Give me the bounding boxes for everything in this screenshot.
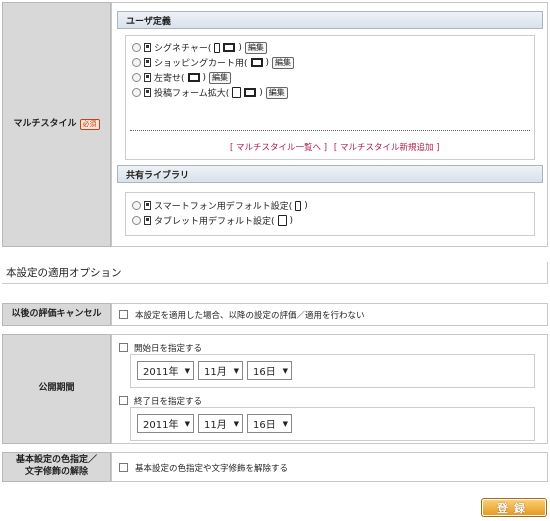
multistyle-add-link[interactable]: [ マルチスタイル新規追加 ] (334, 143, 440, 153)
start-day-select[interactable]: 16日 ▼ (247, 361, 292, 380)
paren: ) (265, 57, 270, 68)
document-icon (144, 201, 151, 210)
shared-library-title: 共有ライブラリ (126, 170, 190, 181)
shared-style-item[interactable]: スマートフォン用デフォルト設定( ) (132, 198, 308, 213)
document-icon (144, 216, 151, 225)
cancel-option[interactable]: 本設定を適用した場合、以降の設定の評価／適用を行わない (119, 307, 365, 322)
register-button[interactable]: 登録 (481, 498, 547, 517)
color-label-cell: 基本設定の色指定／ 文字修飾の解除 (2, 452, 111, 482)
paren: ) (259, 87, 263, 98)
start-date-option[interactable]: 開始日を指定する (119, 340, 202, 355)
style-name: 左寄せ( (154, 74, 185, 84)
required-badge: 必須 (79, 118, 100, 131)
document-icon (144, 58, 151, 67)
document-icon (144, 43, 151, 52)
multistyle-links: [ マルチスタイル一覧へ ] [ マルチスタイル新規追加 ] (230, 141, 439, 153)
edit-button[interactable]: 編集 (209, 71, 232, 84)
chevron-down-icon: ▼ (184, 419, 190, 428)
chevron-down-icon: ▼ (233, 366, 239, 375)
end-year-value: 2011年 (143, 420, 179, 431)
color-reset-text: 基本設定の色指定や文字修飾を解除する (135, 463, 289, 474)
style-item[interactable]: シグネチャー( ) 編集 (132, 40, 294, 55)
style-item[interactable]: 投稿フォーム拡大( ) 編集 (132, 85, 294, 100)
style-name: シグネチャー( (154, 44, 212, 54)
start-date-text: 開始日を指定する (134, 343, 203, 354)
smartphone-icon (295, 200, 302, 211)
pc-icon (187, 73, 200, 82)
style-item[interactable]: ショッピングカート用( ) 編集 (132, 55, 295, 70)
color-label-line1: 基本設定の色指定／ (15, 455, 97, 466)
end-year-select[interactable]: 2011年 ▼ (137, 414, 194, 433)
style-name: 投稿フォーム拡大( (154, 89, 230, 99)
period-label: 公開期間 (38, 383, 75, 394)
edit-button[interactable]: 編集 (265, 86, 288, 99)
paren: ) (202, 72, 207, 83)
edit-button[interactable]: 編集 (272, 56, 295, 69)
pc-icon (223, 43, 236, 52)
cancel-text: 本設定を適用した場合、以降の設定の評価／適用を行わない (135, 310, 365, 321)
period-label-cell: 公開期間 (2, 334, 111, 444)
color-option[interactable]: 基本設定の色指定や文字修飾を解除する (119, 460, 288, 475)
multistyle-label: マルチスタイル (13, 118, 77, 129)
cancel-checkbox[interactable] (119, 310, 128, 319)
options-heading-text: 本設定の適用オプション (6, 267, 122, 279)
edit-button[interactable]: 編集 (244, 41, 267, 54)
color-reset-checkbox[interactable] (119, 463, 128, 472)
shared-style-item[interactable]: タブレット用デフォルト設定( ) (132, 213, 308, 228)
style-name: タブレット用デフォルト設定( (154, 217, 275, 227)
chevron-down-icon: ▼ (282, 419, 288, 428)
paren: ) (289, 215, 294, 226)
paren: ) (304, 200, 308, 211)
chevron-down-icon: ▼ (233, 419, 239, 428)
smartphone-icon (214, 42, 221, 53)
user-style-list: シグネチャー( ) 編集 ショッピングカート用( ) 編集 左寄せ( ) 編集 … (132, 40, 295, 100)
chevron-down-icon: ▼ (282, 366, 288, 375)
style-radio[interactable] (132, 73, 141, 82)
end-month-value: 11月 (204, 420, 227, 431)
multistyle-list-link[interactable]: [ マルチスタイル一覧へ ] (230, 143, 327, 153)
cancel-label: 以後の評価キャンセル (11, 308, 102, 319)
start-month-select[interactable]: 11月 ▼ (198, 361, 243, 380)
document-icon (144, 73, 151, 82)
start-month-value: 11月 (204, 367, 227, 378)
chevron-down-icon: ▼ (184, 366, 190, 375)
style-radio[interactable] (132, 216, 141, 225)
end-month-select[interactable]: 11月 ▼ (198, 414, 243, 433)
style-radio[interactable] (132, 88, 141, 97)
dotted-divider (130, 130, 530, 131)
style-radio[interactable] (132, 43, 141, 52)
pc-icon (244, 88, 257, 97)
shared-style-list: スマートフォン用デフォルト設定( ) タブレット用デフォルト設定( ) (132, 198, 308, 228)
start-year-value: 2011年 (143, 367, 179, 378)
start-date-checkbox[interactable] (119, 343, 128, 352)
style-radio[interactable] (132, 58, 141, 67)
style-radio[interactable] (132, 201, 141, 210)
user-defined-title: ユーザ定義 (126, 16, 171, 27)
document-icon (144, 88, 151, 97)
tablet-icon (277, 215, 287, 226)
shared-library-section-header: 共有ライブラリ (117, 165, 543, 183)
start-year-select[interactable]: 2011年 ▼ (137, 361, 194, 380)
end-date-text: 終了日を指定する (134, 396, 203, 407)
options-heading: 本設定の適用オプション (2, 262, 548, 284)
end-day-select[interactable]: 16日 ▼ (247, 414, 292, 433)
end-date-checkbox[interactable] (119, 396, 128, 405)
style-name: ショッピングカート用( (154, 59, 248, 69)
end-day-value: 16日 (253, 420, 276, 431)
paren: ) (238, 42, 242, 53)
color-label-line2: 文字修飾の解除 (24, 467, 88, 477)
end-date-option[interactable]: 終了日を指定する (119, 393, 202, 408)
style-name: スマートフォン用デフォルト設定( (154, 202, 293, 212)
pc-icon (250, 58, 263, 67)
cancel-label-cell: 以後の評価キャンセル (2, 303, 111, 326)
start-day-value: 16日 (253, 367, 276, 378)
style-item[interactable]: 左寄せ( ) 編集 (132, 70, 294, 85)
tablet-icon (232, 87, 242, 98)
multistyle-label-cell: マルチスタイル 必須 (2, 2, 111, 247)
user-defined-section-header: ユーザ定義 (117, 11, 543, 29)
register-button-label: 登録 (497, 501, 531, 515)
